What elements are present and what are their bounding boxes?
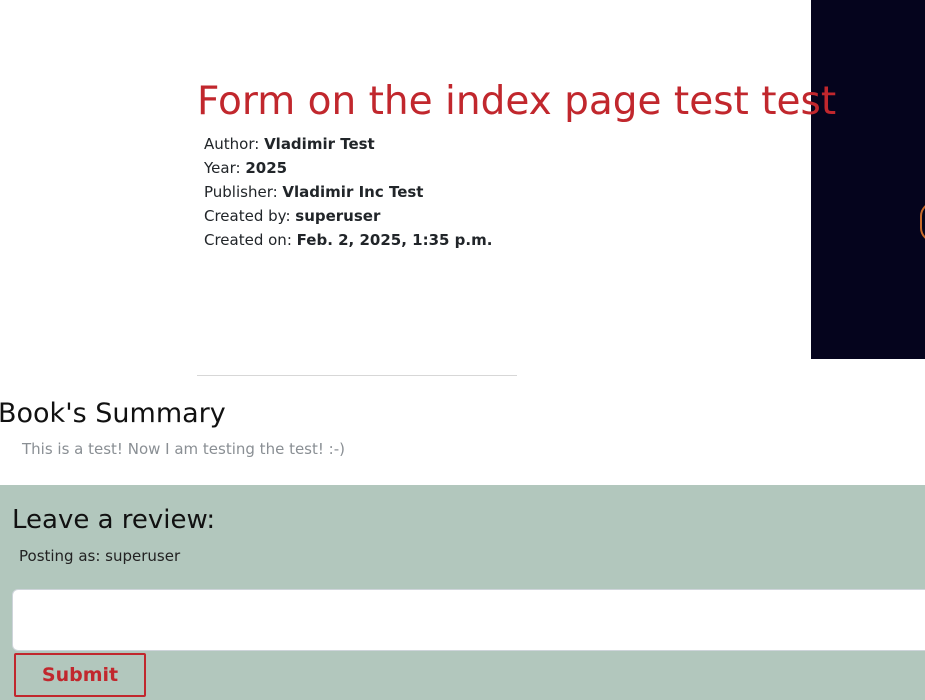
created-on-row: Created on: Feb. 2, 2025, 1:35 p.m. xyxy=(204,228,492,252)
created-on-label: Created on: xyxy=(204,231,297,249)
author-highlight-mark: Test xyxy=(336,128,381,162)
year-value: 2025 xyxy=(245,159,288,177)
publisher-name: Vladimir Inc Test xyxy=(282,176,429,210)
section-divider xyxy=(197,375,517,376)
review-heading: Leave a review: xyxy=(12,505,216,535)
created-on-value: Feb. 2, 2025, 1:35 p.m. xyxy=(296,231,493,249)
review-section: Leave a review: Posting as: superuser Su… xyxy=(0,485,925,700)
book-cover-image xyxy=(811,0,925,359)
book-detail-page: Form on the index page test test Author:… xyxy=(0,0,925,700)
posting-as-text: Posting as: superuser xyxy=(19,547,181,565)
created-by-row: Created by: superuser xyxy=(204,204,492,228)
submit-button[interactable]: Submit xyxy=(14,653,146,697)
publisher-highlight: Test xyxy=(388,183,424,201)
author-row: Author: Vladimir Test xyxy=(204,128,492,162)
year-label: Year: xyxy=(204,159,246,177)
summary-text: This is a test! Now I am testing the tes… xyxy=(22,440,345,458)
publisher-label: Publisher: xyxy=(204,183,283,201)
book-title: Form on the index page test test xyxy=(197,78,836,126)
year-row: Year: 2025 xyxy=(204,156,492,180)
title-highlight-mark: test xyxy=(761,78,836,126)
book-title-highlight: test xyxy=(761,79,837,124)
book-title-main: Form on the index page test xyxy=(197,79,762,124)
author-name: Vladimir Test xyxy=(264,128,381,162)
publisher-row: Publisher: Vladimir Inc Test xyxy=(204,176,492,210)
created-by-value: superuser xyxy=(295,207,381,225)
publisher-main: Vladimir Inc xyxy=(282,183,389,201)
summary-heading: Book's Summary xyxy=(0,398,226,429)
author-highlight: Test xyxy=(340,135,375,153)
book-meta: Author: Vladimir Test Year: 2025 Publish… xyxy=(204,128,492,252)
author-label: Author: xyxy=(204,135,265,153)
publisher-highlight-mark: Test xyxy=(385,176,429,210)
created-by-label: Created by: xyxy=(204,207,296,225)
review-textarea[interactable] xyxy=(12,589,925,651)
author-main: Vladimir xyxy=(264,135,341,153)
